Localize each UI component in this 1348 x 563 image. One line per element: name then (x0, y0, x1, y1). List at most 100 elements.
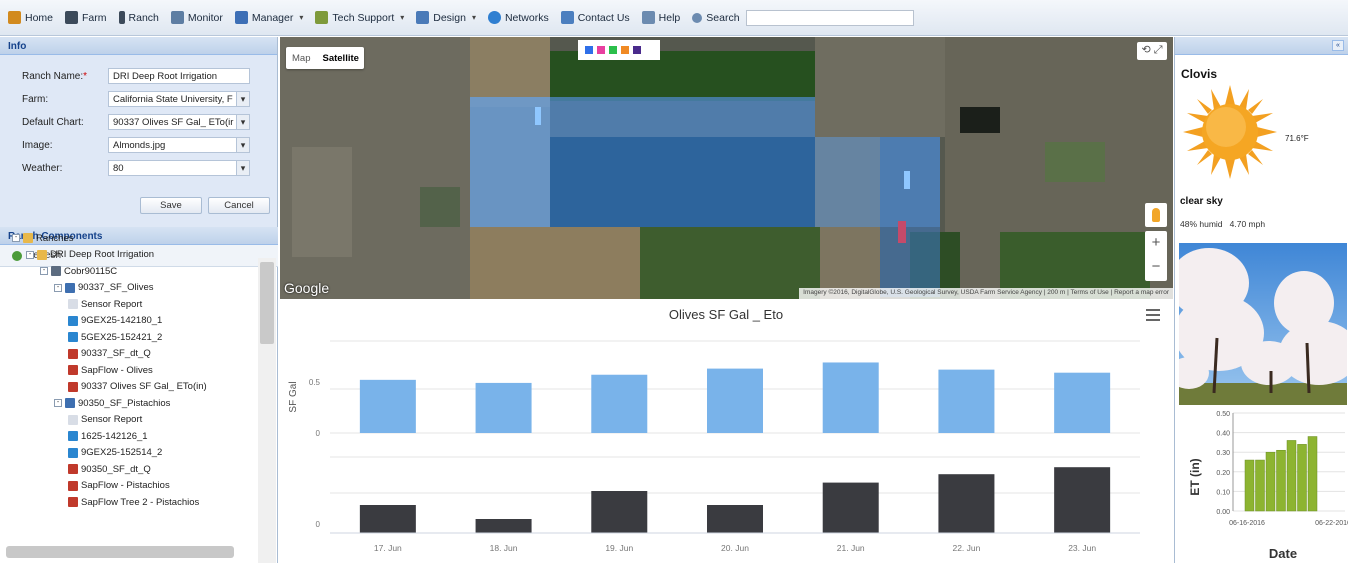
et-bar[interactable] (1276, 449, 1286, 512)
tree-expander-icon[interactable]: - (54, 283, 62, 292)
tree-vertical-scrollbar[interactable] (258, 258, 276, 563)
tree-node[interactable]: - 90337_SF_Olives (54, 280, 154, 296)
tree-node[interactable]: 9GEX25-152514_2 (68, 445, 162, 461)
nav-monitor[interactable]: Monitor (170, 11, 223, 24)
menu-bar-top (1146, 309, 1160, 311)
bar-series1[interactable] (475, 382, 532, 433)
chevron-down-icon: ▾ (299, 13, 304, 22)
tree-expander-icon[interactable]: - (26, 250, 34, 259)
cancel-button[interactable]: Cancel (208, 197, 270, 214)
et-bar[interactable] (1297, 444, 1307, 512)
networks-icon (487, 11, 501, 24)
nav-contact-us[interactable]: Contact Us (560, 11, 630, 24)
nav-manager[interactable]: Manager ▾ (234, 11, 304, 24)
palette-swatch[interactable] (633, 46, 641, 54)
et-bar[interactable] (1286, 440, 1297, 512)
bar-series2[interactable] (1054, 467, 1111, 533)
bar-series2[interactable] (938, 474, 995, 533)
palette-swatch[interactable] (621, 46, 629, 54)
tree-node[interactable]: 5GEX25-152421_2 (68, 329, 162, 345)
bar-series1[interactable] (822, 362, 879, 433)
bar-series2[interactable] (591, 491, 648, 533)
nav-ranch[interactable]: Ranch (118, 11, 159, 24)
image-select[interactable]: Almonds.jpg (108, 137, 250, 153)
bar-series1[interactable] (591, 374, 648, 433)
nav-networks[interactable]: Networks (487, 11, 549, 24)
map-type-map-button[interactable]: Map (286, 53, 316, 64)
satellite-map[interactable]: Map Satellite ⟲ ⤢ + − Google Imagery ©20… (280, 37, 1173, 299)
tree-node-label: Cobr90115C (64, 265, 118, 277)
tree-expander-icon[interactable]: - (54, 399, 62, 407)
tree-node[interactable]: Sensor Report (68, 296, 142, 312)
nav-tech-support[interactable]: Tech Support ▾ (315, 11, 404, 24)
default-chart-select[interactable]: 90337 Olives SF Gal_ ETo(ir (108, 114, 250, 130)
tree-node[interactable]: 1625-142126_1 (68, 428, 148, 444)
image-row: Image: Almonds.jpg (0, 136, 278, 154)
farm-select[interactable]: California State University, F (108, 91, 250, 107)
weather-label: Weather: (22, 162, 63, 174)
tree-expander-icon[interactable]: - (12, 234, 20, 242)
tree-node-label: 9GEX25-142180_1 (81, 315, 163, 326)
et-bar[interactable] (1307, 436, 1318, 512)
home-icon (8, 11, 21, 24)
weather-select[interactable]: 80 (108, 160, 250, 176)
tree-node[interactable]: 90337_SF_dt_Q (68, 346, 151, 362)
zoom-out-button[interactable]: − (1145, 255, 1167, 279)
map-attribution: Imagery ©2016, DigitalGlobe, U.S. Geolog… (799, 288, 1173, 299)
google-logo: Google (284, 280, 330, 296)
sensor-marker[interactable] (904, 171, 910, 189)
tree-node[interactable]: - 90350_SF_Pistachios (54, 395, 170, 411)
tree-expander-icon[interactable]: - (40, 267, 48, 275)
sensor-icon (68, 315, 78, 326)
tree-node[interactable]: - Cobr90115C (40, 263, 117, 279)
chart-line-icon (68, 365, 78, 375)
nav-search[interactable]: Search (692, 12, 740, 24)
scrollbar-thumb[interactable] (260, 262, 274, 344)
et-x-tick-label: 06-16-2016 (1229, 520, 1265, 527)
sensor-icon (68, 332, 78, 342)
palette-swatch[interactable] (597, 46, 605, 54)
search-input[interactable] (745, 9, 914, 26)
bar-series1[interactable] (1054, 372, 1111, 433)
tree-node[interactable]: 90337 Olives SF Gal_ ETo(in) (68, 379, 207, 395)
fullscreen-icon[interactable]: ⟲ ⤢ (1137, 42, 1167, 60)
bar-series2[interactable] (822, 482, 879, 533)
sensor-marker[interactable] (535, 107, 541, 125)
collapse-icon[interactable]: « (1332, 40, 1344, 51)
nav-design[interactable]: Design ▾ (416, 11, 476, 24)
tree-node[interactable]: 90350_SF_dt_Q (68, 461, 151, 477)
nav-help[interactable]: Help (641, 11, 680, 24)
map-type-satellite-button[interactable]: Satellite (316, 53, 364, 64)
tree-node[interactable]: SapFlow - Olives (68, 362, 153, 378)
bar-series1[interactable] (359, 379, 416, 433)
tree-horizontal-scrollbar[interactable] (6, 546, 234, 558)
tree-node[interactable]: 9GEX25-142180_1 (68, 313, 162, 329)
chart-menu-button[interactable] (1146, 309, 1160, 321)
nav-home[interactable]: Home (8, 11, 53, 24)
et-bar[interactable] (1265, 451, 1276, 512)
et-bar[interactable] (1244, 459, 1255, 512)
palette-swatch[interactable] (585, 46, 593, 54)
bar-series1[interactable] (707, 368, 763, 433)
bar-series1[interactable] (938, 369, 995, 433)
save-button[interactable]: Save (140, 197, 202, 214)
bar-series2[interactable] (359, 505, 416, 533)
x-tick-label: 18. Jun (490, 543, 518, 553)
tree-node[interactable]: Sensor Report (68, 412, 142, 428)
tree-node[interactable]: SapFlow Tree 2 - Pistachios (68, 494, 199, 510)
zoom-in-button[interactable]: + (1145, 231, 1167, 255)
weather-temperature: 71.6°F (1285, 134, 1309, 143)
chart-line-icon (68, 348, 78, 359)
ranch-name-field[interactable]: DRI Deep Root Irrigation (108, 68, 250, 84)
palette-swatch[interactable] (609, 46, 617, 54)
tree-node[interactable]: - DRI Deep Root Irrigation (26, 247, 154, 263)
tree-node[interactable]: SapFlow - Pistachios (68, 478, 170, 494)
et-bar[interactable] (1255, 459, 1265, 512)
bar-series2[interactable] (475, 519, 532, 533)
tree-node[interactable]: - Ranches (12, 230, 74, 246)
street-view-pegman-icon[interactable] (1145, 203, 1167, 227)
help-icon (641, 11, 655, 24)
bar-series2[interactable] (707, 505, 763, 533)
nav-farm[interactable]: Farm (65, 11, 107, 24)
sensor-marker[interactable] (898, 221, 906, 243)
